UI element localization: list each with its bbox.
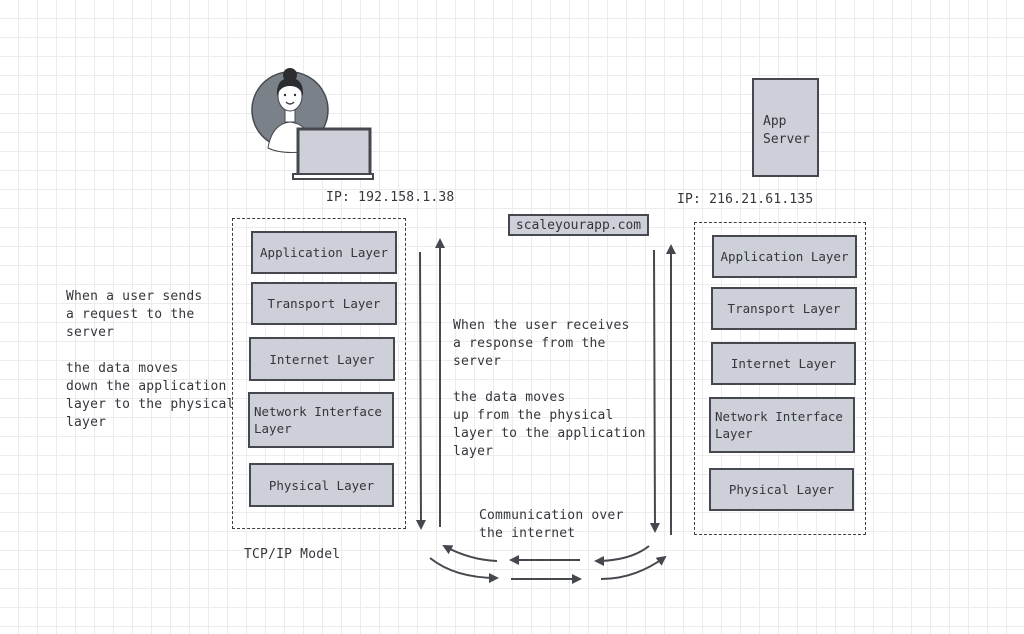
server-down-arrow — [649, 249, 660, 533]
return-arrow-curve-right — [594, 545, 650, 566]
return-arrow-curve-left — [442, 545, 498, 562]
client-down-arrow — [415, 251, 426, 530]
arrows-layer — [415, 238, 676, 584]
